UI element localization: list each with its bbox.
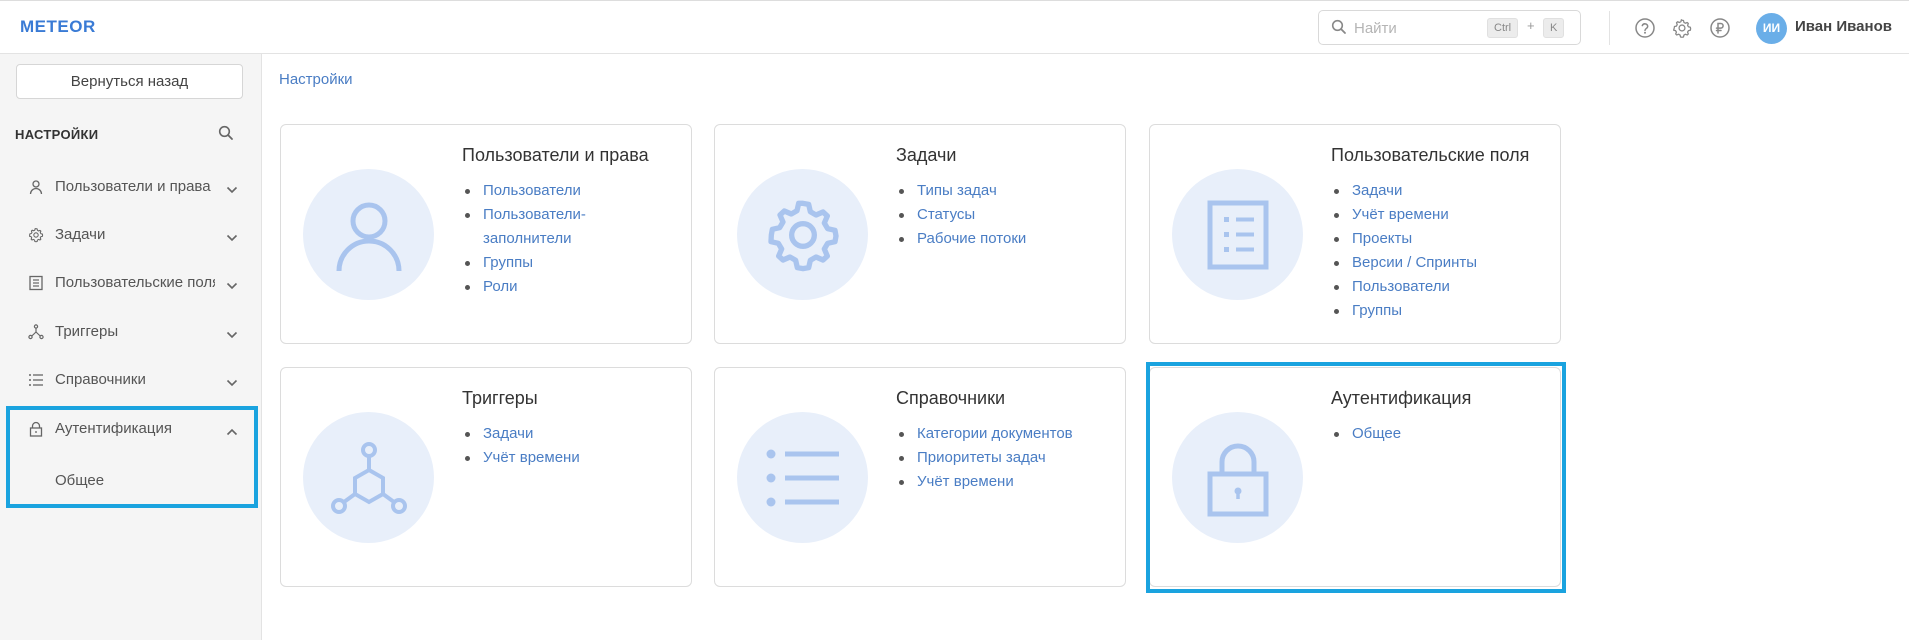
breadcrumb[interactable]: Настройки <box>279 71 353 88</box>
help-icon[interactable] <box>1634 17 1656 39</box>
card-link[interactable]: Задачи <box>1331 179 1477 203</box>
card-link-text[interactable]: Пользователи- <box>483 206 586 223</box>
sidebar-item-custom-fields[interactable]: Пользовательские поля <box>0 268 262 298</box>
card-tasks: Задачи Типы задач Статусы Рабочие потоки <box>714 124 1126 344</box>
user-name[interactable]: Иван Иванов <box>1795 18 1892 35</box>
card-link[interactable]: Статусы <box>896 203 1026 227</box>
shortcut-plus: + <box>1527 18 1535 33</box>
header-divider <box>1609 11 1610 45</box>
card-triggers: Триггеры Задачи Учёт времени <box>280 367 692 587</box>
ruble-icon[interactable] <box>1709 17 1731 39</box>
sidebar-title: НАСТРОЙКИ <box>15 127 99 142</box>
chevron-down-icon <box>226 181 238 199</box>
form-icon <box>1207 200 1269 270</box>
card-title: Пользователи и права <box>462 145 649 165</box>
card-links: Пользователи Пользователи-заполнители Гр… <box>462 179 586 299</box>
card-link[interactable]: Роли <box>462 275 586 299</box>
card-link[interactable]: Группы <box>1331 299 1477 323</box>
card-title: Задачи <box>896 145 957 165</box>
card-users-rights: Пользователи и права Пользователи Пользо… <box>280 124 692 344</box>
card-icon-circle <box>1172 169 1303 300</box>
user-icon <box>336 202 402 272</box>
sidebar-item-label: Справочники <box>55 371 146 388</box>
trigger-icon <box>331 442 407 514</box>
chevron-down-icon <box>226 229 238 247</box>
back-button[interactable]: Вернуться назад <box>16 64 243 99</box>
card-title: Пользовательские поля <box>1331 145 1530 165</box>
card-custom-fields: Пользовательские поля Задачи Учёт времен… <box>1149 124 1561 344</box>
card-icon-circle <box>737 412 868 543</box>
card-link[interactable]: Проекты <box>1331 227 1477 251</box>
sidebar-item-directories[interactable]: Справочники <box>0 365 262 395</box>
card-link[interactable]: Задачи <box>462 422 580 446</box>
shortcut-key: K <box>1543 18 1565 38</box>
card-links: Задачи Учёт времени Проекты Версии / Спр… <box>1331 179 1477 323</box>
card-link[interactable]: Приоритеты задач <box>896 446 1073 470</box>
app-logo[interactable]: METEOR <box>20 17 96 37</box>
card-link[interactable]: Пользователи-заполнители <box>462 203 586 251</box>
gear-icon <box>768 200 839 272</box>
card-link[interactable]: Категории документов <box>896 422 1073 446</box>
chevron-down-icon <box>226 326 238 344</box>
card-title: Справочники <box>896 388 1006 408</box>
trigger-icon <box>28 324 44 340</box>
sidebar-item-label: Пользовательские поля <box>55 274 215 291</box>
user-icon <box>28 179 44 195</box>
shortcut-ctrl: Ctrl <box>1487 18 1519 38</box>
list-icon <box>766 449 839 507</box>
form-icon <box>28 275 44 291</box>
card-icon-circle <box>303 169 434 300</box>
sidebar: Вернуться назад НАСТРОЙКИ Пользователи и… <box>0 54 262 640</box>
sidebar-search-icon[interactable] <box>218 125 234 146</box>
sidebar-item-users[interactable]: Пользователи и права <box>0 172 262 202</box>
gear-icon <box>28 227 44 243</box>
card-title: Триггеры <box>462 388 538 408</box>
gear-icon[interactable] <box>1671 17 1693 39</box>
card-icon-circle <box>303 412 434 543</box>
highlight-frame <box>1146 362 1566 593</box>
highlight-frame <box>6 406 258 508</box>
card-link[interactable]: Учёт времени <box>896 470 1073 494</box>
user-avatar[interactable]: ИИ <box>1756 13 1787 44</box>
card-link[interactable]: Типы задач <box>896 179 1026 203</box>
chevron-down-icon <box>226 374 238 392</box>
card-directories: Справочники Категории документов Приорит… <box>714 367 1126 587</box>
sidebar-item-triggers[interactable]: Триггеры <box>0 317 262 347</box>
card-link[interactable]: Рабочие потоки <box>896 227 1026 251</box>
card-link[interactable]: Версии / Спринты <box>1331 251 1477 275</box>
sidebar-item-tasks[interactable]: Задачи <box>0 220 262 250</box>
card-link-text[interactable]: заполнители <box>483 230 571 247</box>
card-link[interactable]: Учёт времени <box>462 446 580 470</box>
list-icon <box>28 372 44 388</box>
sidebar-item-label: Задачи <box>55 226 106 243</box>
global-search[interactable]: Найти Ctrl + K <box>1318 10 1581 45</box>
card-links: Типы задач Статусы Рабочие потоки <box>896 179 1026 251</box>
card-links: Задачи Учёт времени <box>462 422 580 470</box>
card-link[interactable]: Группы <box>462 251 586 275</box>
top-header: METEOR Найти Ctrl + K ИИ Иван Иванов <box>0 0 1909 54</box>
sidebar-item-label: Пользователи и права <box>55 178 211 195</box>
card-link[interactable]: Пользователи <box>462 179 586 203</box>
card-icon-circle <box>737 169 868 300</box>
card-link[interactable]: Учёт времени <box>1331 203 1477 227</box>
search-input[interactable]: Найти <box>1354 20 1397 37</box>
chevron-down-icon <box>226 277 238 295</box>
search-icon <box>1331 19 1347 40</box>
card-link[interactable]: Пользователи <box>1331 275 1477 299</box>
card-links: Категории документов Приоритеты задач Уч… <box>896 422 1073 494</box>
sidebar-item-label: Триггеры <box>55 323 119 340</box>
